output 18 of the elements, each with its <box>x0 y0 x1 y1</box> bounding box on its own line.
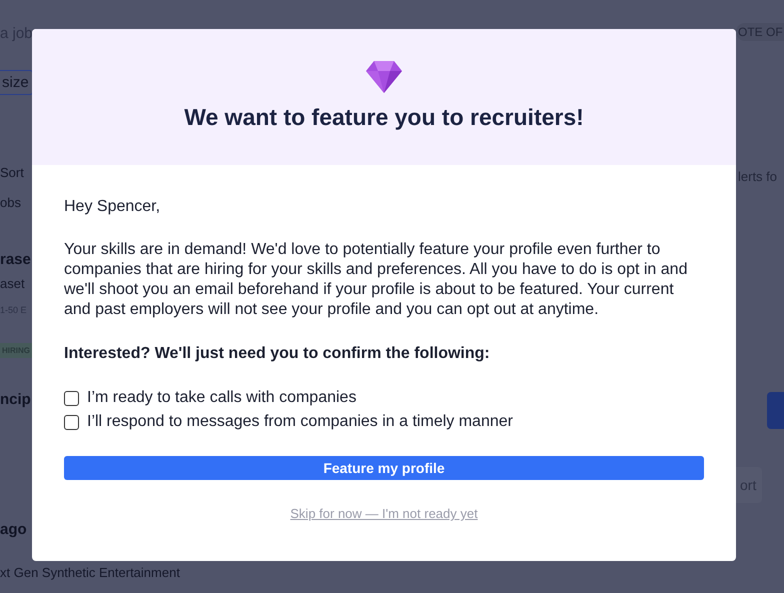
feature-profile-button[interactable]: Feature my profile <box>64 456 704 480</box>
greeting: Hey Spencer, <box>64 197 162 217</box>
page-text: aset <box>0 276 25 291</box>
job-title: ncip <box>0 391 31 408</box>
page-text: Sort <box>0 165 24 180</box>
skip-link[interactable]: Skip for now — I'm not ready yet <box>290 506 478 521</box>
checkbox[interactable] <box>64 390 79 406</box>
company-name: xt Gen Synthetic Entertainment <box>0 564 180 582</box>
job-title: ago <box>0 521 27 538</box>
modal-title: We want to feature you to recruiters! <box>184 104 584 131</box>
page-text: obs <box>0 195 21 210</box>
checkbox[interactable] <box>64 414 79 430</box>
message-text: Your skills are in demand! We'd love to potentially feature your profile even further to companies that are hiring for your skills and preferences. All you have to do is opt in and we'll shoot you an email beforehand if your profile is about to be featured. Your current and past employers will not see your profile and you can opt out at anytime. <box>64 240 688 320</box>
checkbox-label[interactable]: I’m ready to take calls with companies <box>87 389 356 407</box>
job-title: rase <box>0 251 31 268</box>
confirm-prompt: Interested? We'll just need you to confirm the following: <box>64 344 491 364</box>
checkbox-label[interactable]: I’ll respond to messages from companies in a timely manner <box>87 413 513 431</box>
diamond-icon <box>366 60 402 94</box>
